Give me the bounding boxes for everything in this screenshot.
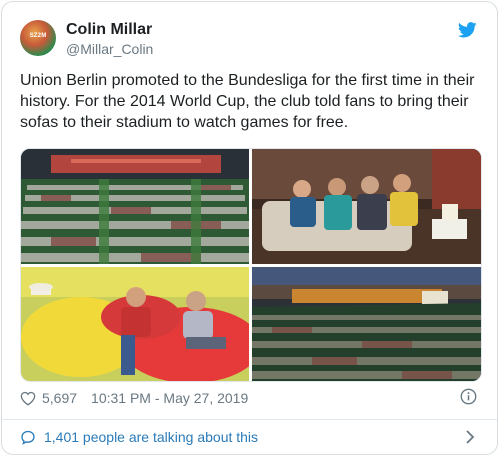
fans-on-sofa-image	[252, 149, 481, 264]
display-name[interactable]: Colin Millar	[66, 21, 152, 39]
tweet-card: SZ2M Colin Millar @Millar_Colin Union Be…	[1, 1, 498, 455]
speech-bubble-icon	[21, 430, 35, 445]
conversation-link[interactable]: 1,401 people are talking about this	[20, 429, 258, 445]
divider	[2, 419, 497, 420]
photo-fans-on-sofa[interactable]	[252, 149, 481, 264]
media-grid[interactable]	[20, 148, 482, 382]
conversation-text: 1,401 people are talking about this	[44, 429, 259, 445]
photo-men-on-beanbags[interactable]	[21, 267, 249, 381]
info-icon[interactable]	[460, 388, 477, 405]
chevron-right-icon[interactable]	[465, 430, 475, 444]
photo-stadium-dusk[interactable]	[252, 267, 481, 381]
tweet-text: Union Berlin promoted to the Bundesliga …	[20, 72, 475, 131]
timestamp[interactable]: 10:31 PM - May 27, 2019	[91, 390, 248, 406]
user-handle[interactable]: @Millar_Colin	[66, 41, 153, 57]
photo-stadium-overview[interactable]	[21, 149, 249, 264]
tweet-meta: 5,697 10:31 PM - May 27, 2019	[20, 388, 248, 408]
twitter-bird-icon[interactable]	[458, 22, 477, 38]
stadium-dusk-image	[252, 267, 481, 381]
stadium-overview-image	[21, 149, 249, 264]
like-count[interactable]: 5,697	[42, 390, 77, 406]
men-on-beanbags-image	[21, 267, 249, 381]
avatar[interactable]: SZ2M	[20, 20, 56, 56]
avatar-label: SZ2M	[29, 33, 47, 39]
heart-icon[interactable]	[20, 391, 36, 406]
